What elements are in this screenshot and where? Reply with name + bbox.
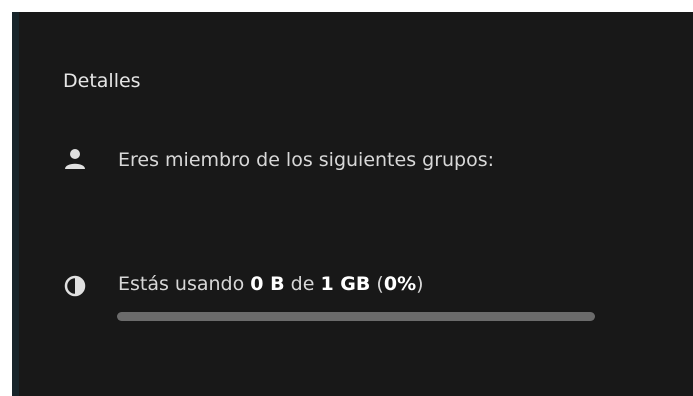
groups-text: Eres miembro de los siguientes grupos: [118, 149, 495, 171]
quota-paren-open: ( [370, 273, 384, 295]
details-heading: Detalles [63, 70, 141, 92]
quota-used: 0 B [250, 273, 285, 295]
pie-chart-icon [64, 275, 86, 297]
quota-paren-close: ) [416, 273, 424, 295]
user-icon [64, 148, 86, 170]
quota-total: 1 GB [320, 273, 371, 295]
panel-left-border [12, 12, 19, 396]
quota-progress-bar [117, 312, 595, 321]
quota-prefix: Estás usando [118, 273, 251, 295]
quota-text: Estás usando 0 B de 1 GB (0%) [118, 266, 558, 302]
quota-middle: de [284, 273, 321, 295]
quota-percent: 0% [383, 273, 417, 295]
